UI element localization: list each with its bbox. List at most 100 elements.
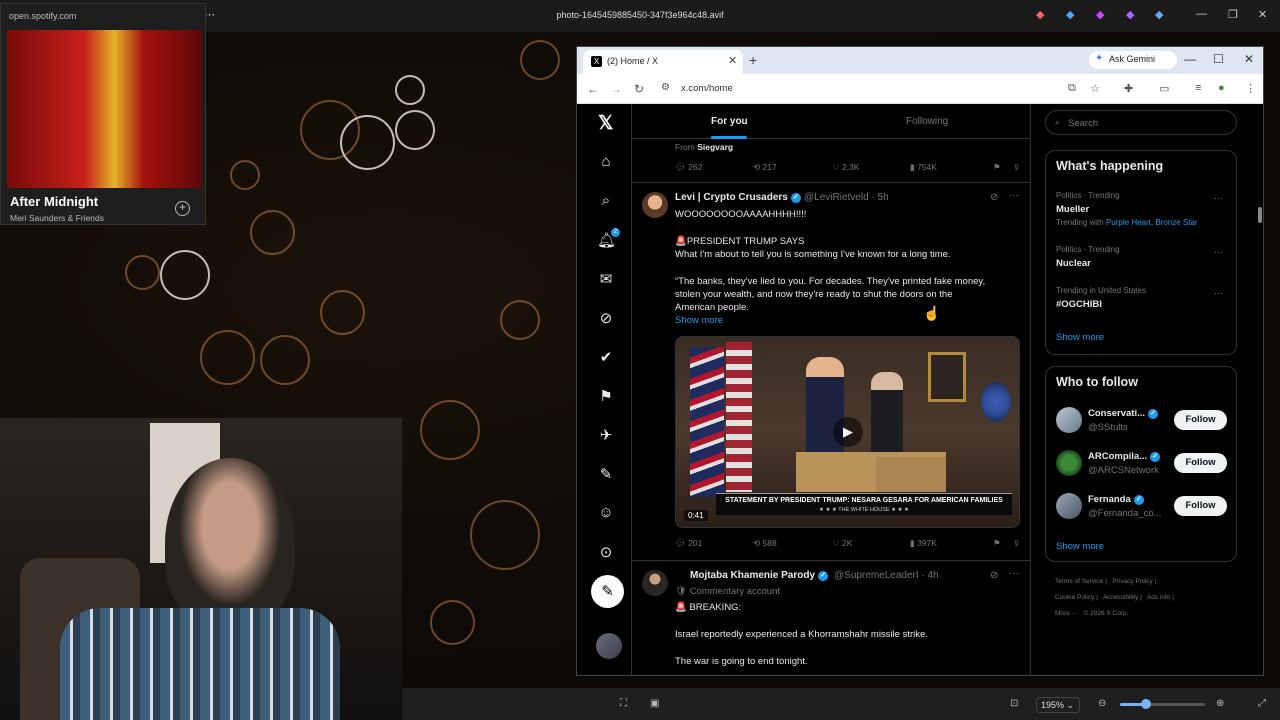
tab-for-you[interactable]: For you: [711, 116, 748, 127]
reading-list-icon[interactable]: ≡: [1195, 82, 1201, 94]
more-options-icon[interactable]: ···: [1009, 568, 1019, 579]
back-icon[interactable]: ←: [587, 82, 599, 96]
terms-link[interactable]: Terms of Service: [1055, 578, 1103, 585]
profile-icon[interactable]: ☺: [597, 504, 615, 521]
grok-icon[interactable]: ⊘: [990, 192, 998, 203]
forward-icon[interactable]: →: [610, 82, 622, 96]
avatar[interactable]: [642, 570, 668, 596]
more-icon[interactable]: ⊙: [597, 543, 615, 561]
tweet-author[interactable]: Levi | Crypto Crusaders ✓: [675, 192, 801, 203]
install-app-icon[interactable]: ⧉: [1068, 82, 1076, 95]
app-icon[interactable]: ◆: [1155, 8, 1163, 21]
cookie-link[interactable]: Cookie Policy: [1055, 594, 1094, 601]
zoom-dropdown[interactable]: 195% ⌄: [1036, 697, 1080, 713]
trend-name[interactable]: Nuclear: [1056, 258, 1091, 269]
tab-following[interactable]: Following: [906, 116, 948, 127]
post-button[interactable]: ✎: [591, 575, 624, 608]
close-icon[interactable]: ✕: [1244, 52, 1254, 66]
reply-button[interactable]: 💬︎ 201: [675, 538, 702, 549]
bookmark-icon[interactable]: ⚑: [993, 538, 1001, 549]
trend-name[interactable]: #OGCHIBI: [1056, 299, 1102, 310]
text-select-icon[interactable]: ▣: [650, 698, 659, 709]
minimize-icon[interactable]: —: [1196, 8, 1207, 20]
zoom-out-icon[interactable]: ⊖: [1098, 698, 1106, 709]
more-options-icon[interactable]: ···: [1009, 190, 1019, 201]
more-options-icon[interactable]: ···: [1214, 193, 1223, 203]
app-icon[interactable]: ◆: [1126, 8, 1134, 21]
new-tab-icon[interactable]: +: [749, 52, 757, 68]
jobs-icon[interactable]: ✈: [597, 426, 615, 444]
x-logo-icon[interactable]: 𝕏: [598, 112, 613, 135]
reload-icon[interactable]: ↻: [634, 82, 644, 96]
ads-info-link[interactable]: Ads info: [1147, 594, 1171, 601]
plus-circle-icon[interactable]: +: [175, 201, 190, 216]
bookmark-icon[interactable]: ⚑: [993, 162, 1001, 173]
repost-button[interactable]: ⟲ 588: [753, 538, 777, 549]
from-name[interactable]: Siegvarg: [697, 142, 733, 152]
home-icon[interactable]: ⌂: [597, 153, 615, 170]
avatar[interactable]: [1056, 450, 1082, 476]
avatar[interactable]: [596, 633, 622, 659]
scrollbar[interactable]: [1258, 207, 1262, 223]
browser-tab[interactable]: X (2) Home / X ✕: [583, 50, 743, 74]
zoom-in-icon[interactable]: ⊕: [1216, 698, 1224, 709]
video-player[interactable]: ▶ STATEMENT BY PRESIDENT TRUMP: NESARA G…: [675, 336, 1020, 528]
follow-suggestion-name[interactable]: ARCompila... ✓: [1088, 451, 1161, 462]
app-icon[interactable]: ◆: [1036, 8, 1044, 21]
trend-name[interactable]: Mueller: [1056, 204, 1089, 215]
privacy-link[interactable]: Privacy Policy: [1112, 578, 1152, 585]
views-button[interactable]: ▮ 754K: [910, 162, 937, 173]
maximize-icon[interactable]: ☐: [1213, 52, 1224, 66]
messages-icon[interactable]: ✉: [597, 270, 615, 288]
search-input[interactable]: ⌕ Search: [1045, 110, 1237, 135]
share-icon[interactable]: ⇪: [1013, 162, 1020, 173]
follow-suggestion-name[interactable]: Conservati... ✓: [1088, 408, 1159, 419]
accessibility-link[interactable]: Accessibility: [1103, 594, 1138, 601]
expand-icon[interactable]: ⤢: [1258, 698, 1266, 709]
like-button[interactable]: ♡ 2K: [832, 538, 852, 549]
show-more-link[interactable]: Show more: [675, 315, 723, 326]
avatar[interactable]: [642, 192, 668, 218]
more-link[interactable]: More ···: [1055, 610, 1078, 617]
trend-related-links[interactable]: Purple Heart, Bronze Star: [1106, 218, 1198, 227]
tweet-handle[interactable]: @LeviRietveld · 5h: [804, 192, 889, 203]
menu-icon[interactable]: ⋮: [1245, 82, 1256, 95]
follow-button[interactable]: Follow: [1174, 453, 1227, 473]
grok-icon[interactable]: ⊘: [597, 309, 615, 327]
follow-button[interactable]: Follow: [1174, 496, 1227, 516]
close-icon[interactable]: ✕: [1258, 8, 1267, 21]
app-icon[interactable]: ◆: [1096, 8, 1104, 21]
search-icon[interactable]: ⌕: [597, 192, 615, 209]
tab-search-icon[interactable]: ▭: [1159, 82, 1169, 95]
verified-orgs-icon[interactable]: ✔: [597, 348, 615, 366]
tweet-handle[interactable]: @SupremeLeaderI · 4h: [834, 570, 939, 581]
avatar[interactable]: [1056, 407, 1082, 433]
fullscreen-icon[interactable]: ⊡: [1010, 698, 1018, 709]
close-tab-icon[interactable]: ✕: [728, 54, 737, 67]
grok-icon[interactable]: ⊘: [990, 570, 998, 581]
views-button[interactable]: ▮ 397K: [910, 538, 937, 549]
reply-button[interactable]: 💬︎ 262: [675, 162, 702, 173]
site-info-icon[interactable]: ⚙: [661, 82, 670, 93]
articles-icon[interactable]: ✎: [597, 465, 615, 483]
share-icon[interactable]: ⇪: [1013, 538, 1020, 549]
maximize-icon[interactable]: ❐: [1228, 8, 1238, 21]
profile-icon[interactable]: ●: [1218, 82, 1225, 94]
more-options-icon[interactable]: ···: [1214, 288, 1223, 298]
fit-icon[interactable]: ⛶: [620, 698, 627, 709]
extensions-icon[interactable]: ✚: [1124, 82, 1133, 95]
bookmark-star-icon[interactable]: ☆: [1090, 82, 1100, 95]
like-button[interactable]: ♡ 2.3K: [832, 162, 859, 173]
bookmarks-icon[interactable]: ⚑: [597, 387, 615, 405]
follow-button[interactable]: Follow: [1174, 410, 1227, 430]
show-more-link[interactable]: Show more: [1056, 541, 1104, 552]
repost-button[interactable]: ⟲ 217: [753, 162, 777, 173]
zoom-slider-knob[interactable]: [1140, 699, 1151, 709]
app-icon[interactable]: ◆: [1066, 8, 1074, 21]
more-options-icon[interactable]: ···: [1214, 247, 1223, 257]
ask-gemini-button[interactable]: ✦ Ask Gemini: [1089, 51, 1177, 69]
show-more-link[interactable]: Show more: [1056, 332, 1104, 343]
avatar[interactable]: [1056, 493, 1082, 519]
follow-suggestion-name[interactable]: Fernanda ✓: [1088, 494, 1144, 505]
minimize-icon[interactable]: —: [1184, 52, 1196, 66]
